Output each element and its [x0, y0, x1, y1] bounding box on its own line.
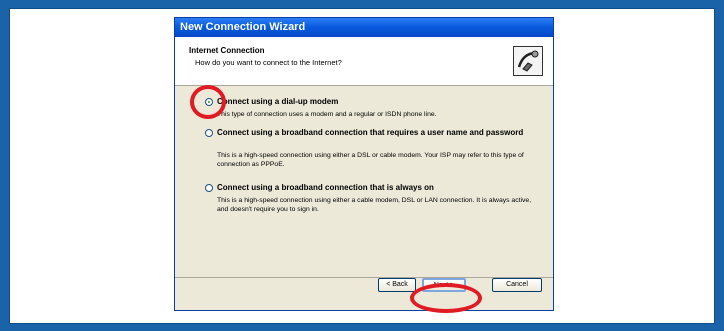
wizard-footer: < Back Next > Cancel [175, 277, 553, 295]
options-area: Connect using a dial-up modem This type … [175, 86, 553, 295]
radio-broadband-always-on[interactable] [205, 184, 213, 192]
radio-broadband-login[interactable] [205, 129, 213, 137]
wizard-header: Internet Connection How do you want to c… [175, 37, 553, 86]
option-dialup-label: Connect using a dial-up modem [217, 97, 339, 106]
header-title: Internet Connection [189, 46, 265, 55]
window-title: New Connection Wizard [175, 18, 553, 37]
annotation-circle-next [410, 283, 482, 313]
annotation-circle-radio [190, 85, 226, 119]
option-dialup-description: This type of connection uses a modem and… [217, 111, 437, 118]
back-button[interactable]: < Back [378, 278, 416, 292]
wizard-window: New Connection Wizard Internet Connectio… [174, 17, 554, 311]
option-broadband-login-label: Connect using a broadband connection tha… [217, 128, 524, 137]
option-broadband-always-on-label: Connect using a broadband connection tha… [217, 183, 434, 192]
connection-wizard-icon [513, 46, 543, 76]
option-broadband-always-on-description: This is a high-speed connection using ei… [217, 197, 532, 213]
option-broadband-login-description: This is a high-speed connection using ei… [217, 152, 524, 168]
header-subtitle: How do you want to connect to the Intern… [195, 58, 342, 67]
cancel-button[interactable]: Cancel [492, 278, 542, 292]
